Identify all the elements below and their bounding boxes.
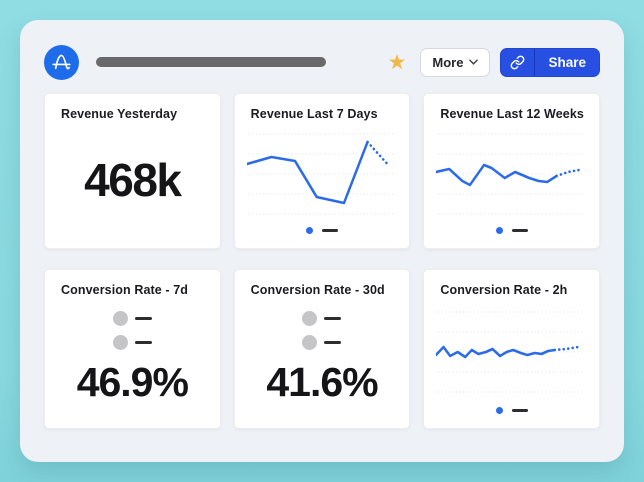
funnel-steps (113, 311, 152, 350)
legend-dash-icon (322, 229, 338, 232)
more-button[interactable]: More (420, 48, 490, 77)
dashboard-title-placeholder (96, 57, 326, 67)
legend-dot-icon (306, 227, 313, 234)
card-revenue-last-12-weeks[interactable]: Revenue Last 12 Weeks (423, 93, 600, 249)
chart-legend (247, 222, 398, 238)
copy-link-icon[interactable] (501, 49, 535, 76)
legend-dot-icon (496, 227, 503, 234)
card-conversion-rate-2h[interactable]: Conversion Rate - 2h (423, 269, 600, 429)
funnel-dot-icon (113, 335, 128, 350)
card-revenue-yesterday[interactable]: Revenue Yesterday 468k (44, 93, 221, 249)
funnel-dash-icon (324, 341, 341, 344)
card-revenue-last-7-days[interactable]: Revenue Last 7 Days (234, 93, 411, 249)
funnel-step (302, 311, 341, 326)
chevron-down-icon (469, 59, 478, 65)
card-title: Revenue Last 7 Days (247, 107, 398, 121)
more-button-label: More (432, 55, 463, 70)
cards-grid: Revenue Yesterday 468k Revenue Last 7 Da… (44, 93, 600, 429)
legend-dash-icon (512, 229, 528, 232)
funnel-dash-icon (135, 317, 152, 320)
card-conversion-rate-7d[interactable]: Conversion Rate - 7d 46.9% (44, 269, 221, 429)
amplitude-logo-icon[interactable] (44, 45, 79, 80)
card-title: Conversion Rate - 30d (247, 283, 398, 297)
funnel-step (302, 335, 341, 350)
share-button-label[interactable]: Share (535, 49, 599, 76)
funnel-dash-icon (135, 341, 152, 344)
legend-dash-icon (512, 409, 528, 412)
line-chart (436, 125, 587, 222)
funnel-dot-icon (302, 311, 317, 326)
header-actions: ★ More Share (388, 48, 600, 77)
metric-value: 41.6% (247, 350, 398, 419)
card-title: Revenue Last 12 Weeks (436, 107, 587, 121)
card-title: Conversion Rate - 7d (57, 283, 208, 297)
line-chart (436, 301, 587, 402)
funnel-step (113, 311, 152, 326)
chart-legend (436, 402, 587, 418)
legend-dot-icon (496, 407, 503, 414)
funnel-steps (302, 311, 341, 350)
metric-value: 46.9% (57, 350, 208, 419)
metric-value: 468k (57, 121, 208, 239)
line-chart (247, 125, 398, 222)
funnel-step (113, 335, 152, 350)
share-split-button[interactable]: Share (500, 48, 600, 77)
header: ★ More Share (44, 34, 600, 90)
card-title: Revenue Yesterday (57, 107, 208, 121)
funnel-dot-icon (113, 311, 128, 326)
dashboard-panel: ★ More Share Revenue Yesterday 468k (20, 20, 624, 462)
chart-legend (436, 222, 587, 238)
funnel-dot-icon (302, 335, 317, 350)
funnel-dash-icon (324, 317, 341, 320)
card-conversion-rate-30d[interactable]: Conversion Rate - 30d 41.6% (234, 269, 411, 429)
card-title: Conversion Rate - 2h (436, 283, 587, 297)
favorite-star-icon[interactable]: ★ (388, 52, 407, 73)
